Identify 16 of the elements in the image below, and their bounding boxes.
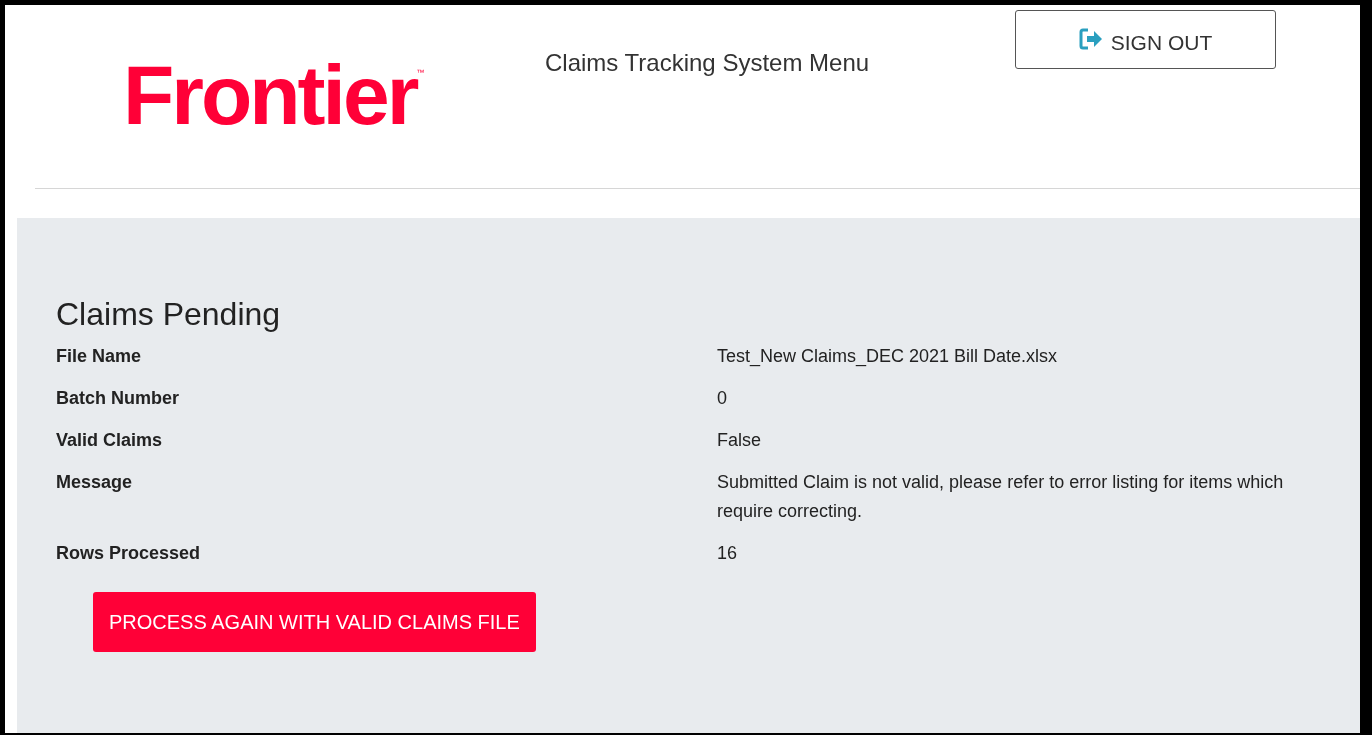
sign-out-button[interactable]: SIGN OUT xyxy=(1015,10,1276,69)
brand-logo: Frontier™ xyxy=(123,53,426,137)
field-label: Message xyxy=(56,471,134,494)
field-value: 0 xyxy=(717,387,728,410)
field-value: 16 xyxy=(717,542,739,565)
field-label: Batch Number xyxy=(56,387,181,410)
field-value: Test_New Claims_DEC 2021 Bill Date.xlsx xyxy=(717,345,1059,369)
field-value: Submitted Claim is not valid, please refer to error listing for items which require correcting. xyxy=(717,471,1285,523)
field-label: Rows Processed xyxy=(56,542,202,565)
process-again-button[interactable]: PROCESS AGAIN WITH VALID CLAIMS FILE xyxy=(93,592,536,652)
page-title: Claims Tracking System Menu xyxy=(544,49,870,76)
sign-out-icon xyxy=(1078,28,1103,50)
section-heading: Claims Pending xyxy=(56,296,282,332)
field-value: False xyxy=(717,429,762,452)
field-label: Valid Claims xyxy=(56,429,164,452)
field-label: File Name xyxy=(56,345,143,368)
